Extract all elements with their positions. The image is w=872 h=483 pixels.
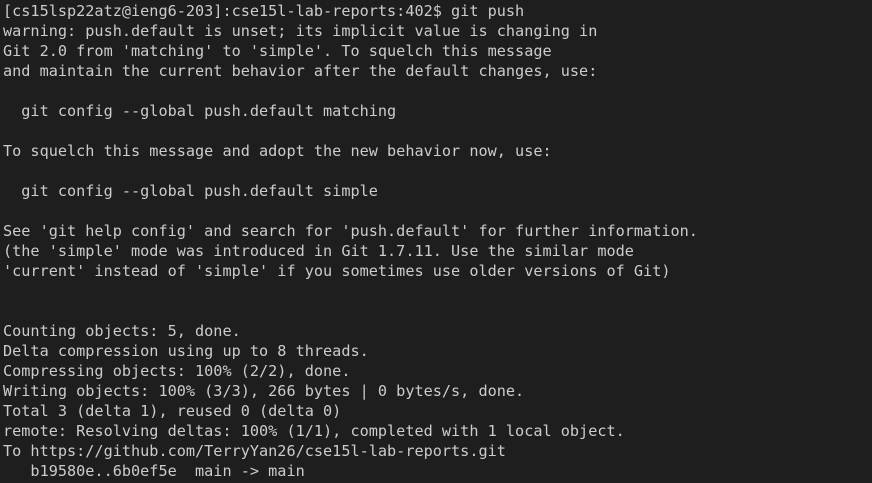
terminal-line: Compressing objects: 100% (2/2), done. — [3, 362, 351, 380]
terminal-line: git config --global push.default matchin… — [3, 102, 397, 120]
terminal-window[interactable]: [cs15lsp22atz@ieng6-203]:cse15l-lab-repo… — [0, 0, 872, 483]
terminal-line: To https://github.com/TerryYan26/cse15l-… — [3, 442, 506, 460]
terminal-line: git config --global push.default simple — [3, 182, 378, 200]
terminal-line: Total 3 (delta 1), reused 0 (delta 0) — [3, 402, 342, 420]
terminal-line: remote: Resolving deltas: 100% (1/1), co… — [3, 422, 625, 440]
terminal-line: 'current' instead of 'simple' if you som… — [3, 262, 671, 280]
terminal-line: Git 2.0 from 'matching' to 'simple'. To … — [3, 42, 552, 60]
terminal-line: See 'git help config' and search for 'pu… — [3, 222, 698, 240]
terminal-prompt-line: [cs15lsp22atz@ieng6-203]:cse15l-lab-repo… — [3, 2, 525, 20]
terminal-line: b19580e..6b0ef5e main -> main — [3, 462, 305, 480]
terminal-line: Writing objects: 100% (3/3), 266 bytes |… — [3, 382, 525, 400]
terminal-line: and maintain the current behavior after … — [3, 62, 598, 80]
terminal-output: [cs15lsp22atz@ieng6-203]:cse15l-lab-repo… — [3, 1, 698, 481]
terminal-line: To squelch this message and adopt the ne… — [3, 142, 552, 160]
terminal-line: (the 'simple' mode was introduced in Git… — [3, 242, 634, 260]
terminal-line: Counting objects: 5, done. — [3, 322, 241, 340]
terminal-line: Delta compression using up to 8 threads. — [3, 342, 369, 360]
terminal-line: warning: push.default is unset; its impl… — [3, 22, 598, 40]
